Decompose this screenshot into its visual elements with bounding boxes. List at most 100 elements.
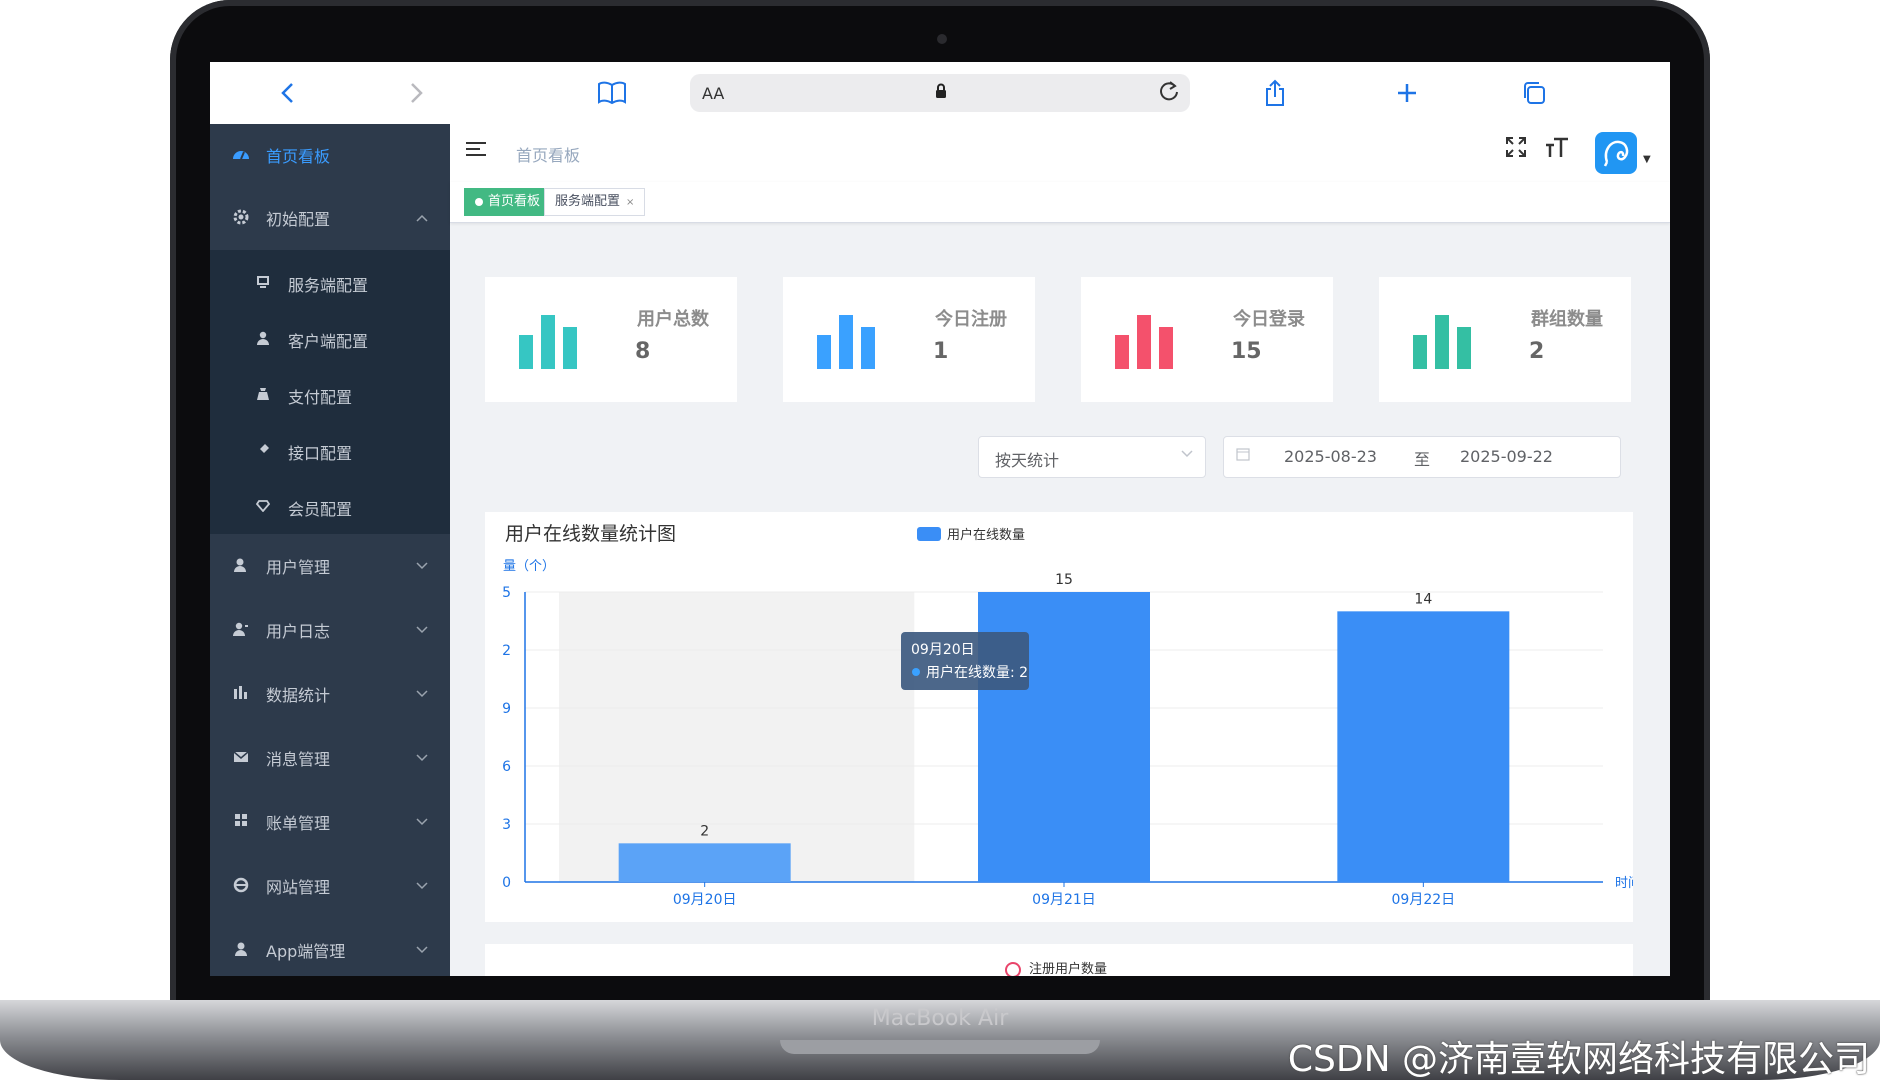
font-size-icon[interactable] bbox=[1545, 136, 1569, 164]
calendar-icon bbox=[1236, 447, 1250, 465]
avatar[interactable] bbox=[1595, 132, 1637, 174]
sidebar-item-label: 网站管理 bbox=[266, 878, 331, 897]
mail-icon bbox=[232, 749, 250, 767]
api-icon bbox=[254, 443, 272, 461]
hover-shadow bbox=[559, 592, 915, 882]
screen: AA 首页看板 初始配置 服务端配置 客户端配置 支付配置 接口配置 会员配置 … bbox=[210, 62, 1670, 976]
back-icon[interactable] bbox=[272, 76, 302, 110]
user-icon bbox=[254, 331, 272, 349]
server-icon bbox=[254, 275, 272, 293]
date-range-picker[interactable]: 2025-08-23 至 2025-09-22 bbox=[1223, 436, 1621, 478]
sidebar-item-payment-config[interactable]: 支付配置 bbox=[210, 368, 450, 424]
sidebar-item-member-config[interactable]: 会员配置 bbox=[210, 480, 450, 536]
stat-value: 2 bbox=[1529, 339, 1545, 364]
forward-icon[interactable] bbox=[402, 76, 432, 110]
caret-down-icon[interactable]: ▼ bbox=[1643, 154, 1651, 165]
sidebar-item-app[interactable]: App端管理 bbox=[210, 918, 450, 976]
tabs-icon[interactable] bbox=[1517, 76, 1551, 110]
y-axis-label: 量（个） bbox=[503, 559, 555, 574]
x-axis-label: 时间 bbox=[1615, 876, 1633, 891]
tooltip-value: 用户在线数量: 2 bbox=[926, 664, 1028, 681]
tooltip-dot-icon bbox=[912, 668, 920, 676]
online-users-chart: 0 3 6 9 2 5 2 09月20日 15 09月21日 14 09月22日 用户在线数量统计图 量（… bbox=[485, 512, 1633, 922]
select-value: 按天统计 bbox=[995, 451, 1060, 470]
sidebar-item-website[interactable]: 网站管理 bbox=[210, 854, 450, 918]
sidebar-item-label: 接口配置 bbox=[288, 444, 353, 463]
sidebar-item-dashboard[interactable]: 首页看板 bbox=[210, 124, 450, 186]
text-size-button[interactable]: AA bbox=[702, 84, 724, 103]
browser-toolbar: AA bbox=[210, 62, 1670, 125]
chart-icon bbox=[1413, 311, 1471, 369]
chevron-down-icon bbox=[416, 623, 428, 637]
start-date-input[interactable]: 2025-08-23 bbox=[1284, 447, 1377, 466]
sidebar-item-server-config[interactable]: 服务端配置 bbox=[210, 256, 450, 312]
sidebar-item-label: 用户管理 bbox=[266, 558, 331, 577]
legend-circle-icon bbox=[1005, 961, 1021, 976]
fullscreen-icon[interactable] bbox=[1505, 136, 1527, 164]
sidebar-item-label: 数据统计 bbox=[266, 686, 331, 705]
y-tick-label: 3 bbox=[502, 817, 511, 833]
y-tick-label: 6 bbox=[502, 759, 511, 775]
user-manage-icon bbox=[232, 557, 250, 575]
chart-icon bbox=[817, 311, 875, 369]
sidebar-item-initial-config[interactable]: 初始配置 bbox=[210, 186, 450, 250]
active-dot-icon bbox=[475, 197, 483, 206]
sidebar-item-label: 消息管理 bbox=[266, 750, 331, 769]
reload-icon[interactable] bbox=[1158, 79, 1180, 109]
bar-value-label: 15 bbox=[1055, 572, 1073, 588]
chevron-down-icon bbox=[416, 815, 428, 829]
end-date-input[interactable]: 2025-09-22 bbox=[1460, 447, 1553, 466]
stats-icon bbox=[232, 685, 250, 703]
sidebar-item-label: App端管理 bbox=[266, 942, 346, 961]
bar-value-label: 14 bbox=[1414, 591, 1432, 607]
chart-icon bbox=[1115, 311, 1173, 369]
laptop-hinge-notch bbox=[780, 1040, 1100, 1054]
sidebar-item-stats[interactable]: 数据统计 bbox=[210, 662, 450, 726]
sidebar-item-api-config[interactable]: 接口配置 bbox=[210, 424, 450, 480]
bill-icon bbox=[232, 813, 250, 831]
app-header: 首页看板 ▼ bbox=[450, 124, 1670, 182]
share-icon[interactable] bbox=[1258, 76, 1292, 110]
sidebar-item-client-config[interactable]: 客户端配置 bbox=[210, 312, 450, 368]
new-tab-icon[interactable] bbox=[1390, 76, 1424, 110]
sidebar-item-messages[interactable]: 消息管理 bbox=[210, 726, 450, 790]
y-tick-label: 9 bbox=[502, 701, 511, 717]
bar bbox=[618, 843, 791, 882]
stat-value: 15 bbox=[1231, 339, 1262, 364]
close-icon[interactable]: × bbox=[626, 197, 634, 208]
chart-canvas: 0 3 6 9 2 5 2 09月20日 15 09月21日 14 09月22日 用户在线数量统计图量（… bbox=[502, 523, 1633, 908]
config-icon bbox=[232, 209, 250, 227]
tags-bar: 首页看板 服务端配置 × bbox=[450, 182, 1670, 223]
lock-icon bbox=[935, 83, 947, 103]
chevron-down-icon bbox=[416, 687, 428, 701]
y-tick-label: 2 bbox=[502, 643, 511, 659]
legend-label: 注册用户数量 bbox=[1029, 962, 1108, 976]
bookmarks-icon[interactable] bbox=[595, 76, 629, 110]
sidebar-item-user-log[interactable]: 用户日志 bbox=[210, 598, 450, 662]
breadcrumb[interactable]: 首页看板 bbox=[516, 142, 580, 166]
stat-value: 1 bbox=[933, 339, 949, 364]
register-users-chart: 注册用户数量 bbox=[485, 944, 1633, 976]
stat-card-total-users[interactable]: 用户总数 8 bbox=[485, 277, 737, 402]
submenu-initial-config: 服务端配置 客户端配置 支付配置 接口配置 会员配置 bbox=[210, 250, 450, 534]
stat-card-today-login[interactable]: 今日登录 15 bbox=[1081, 277, 1333, 402]
url-field[interactable]: AA bbox=[690, 74, 1190, 112]
stat-card-today-register[interactable]: 今日注册 1 bbox=[783, 277, 1035, 402]
x-tick-label: 09月21日 bbox=[1032, 892, 1096, 908]
stat-card-group-count[interactable]: 群组数量 2 bbox=[1379, 277, 1631, 402]
sidebar-item-label: 支付配置 bbox=[288, 388, 353, 407]
sidebar-item-bills[interactable]: 账单管理 bbox=[210, 790, 450, 854]
tag-dashboard[interactable]: 首页看板 bbox=[464, 188, 552, 216]
x-tick-label: 09月22日 bbox=[1392, 892, 1456, 908]
bar-value-label: 2 bbox=[700, 823, 709, 839]
sidebar-item-label: 用户日志 bbox=[266, 622, 331, 641]
payment-icon bbox=[254, 387, 272, 405]
tag-server-config[interactable]: 服务端配置 × bbox=[544, 188, 646, 216]
hamburger-icon[interactable] bbox=[466, 142, 486, 160]
device-label: MacBook Air bbox=[871, 1006, 1009, 1031]
dashboard-icon bbox=[232, 146, 250, 164]
sidebar-item-user-manage[interactable]: 用户管理 bbox=[210, 534, 450, 598]
tooltip-title: 09月20日 bbox=[911, 642, 975, 658]
stat-mode-select[interactable]: 按天统计 bbox=[978, 436, 1206, 478]
sidebar-item-label: 首页看板 bbox=[266, 147, 331, 166]
